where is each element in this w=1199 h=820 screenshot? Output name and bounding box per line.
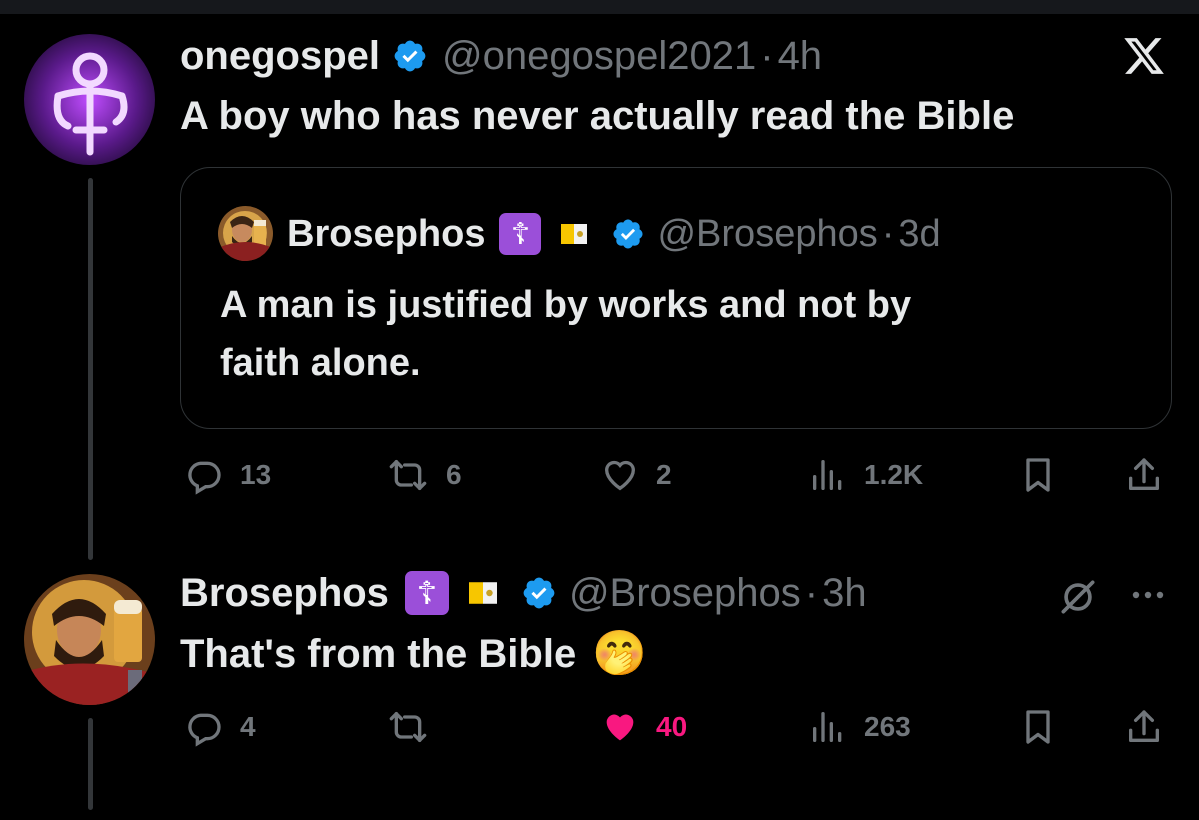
x-logo-icon[interactable]: [1120, 34, 1168, 83]
vatican-flag-icon: [468, 579, 497, 607]
separator-dot: ·: [804, 570, 819, 615]
display-name[interactable]: Brosephos: [180, 571, 389, 616]
quoted-tweet-header: Brosephos ☦ @Brosephos · 3d: [287, 212, 941, 256]
repost-icon: [382, 455, 434, 495]
views-button[interactable]: 263: [808, 707, 911, 747]
like-count: 2: [656, 459, 672, 490]
quoted-tweet-card[interactable]: Brosephos ☦ @Brosephos · 3d A man is jus…: [180, 167, 1172, 429]
repost-count: 6: [446, 459, 462, 490]
top-bar: [0, 0, 1199, 14]
share-button[interactable]: [1124, 455, 1164, 495]
bookmark-button[interactable]: [1018, 707, 1058, 747]
like-button[interactable]: 2: [598, 455, 672, 495]
separator-dot: ·: [881, 212, 895, 255]
quoted-display-name[interactable]: Brosephos: [287, 213, 485, 256]
grok-icon[interactable]: [1056, 575, 1100, 624]
more-icon[interactable]: [1128, 580, 1168, 615]
timestamp[interactable]: 3h: [822, 571, 867, 616]
verified-icon: [611, 217, 645, 251]
repost-button[interactable]: [382, 707, 446, 747]
face-with-hand-over-mouth-emoji: 🤭: [592, 629, 648, 678]
display-name[interactable]: onegospel: [180, 34, 380, 79]
verified-icon: [392, 38, 428, 74]
quoted-timestamp[interactable]: 3d: [898, 213, 940, 256]
handle[interactable]: @onegospel2021: [442, 34, 756, 79]
reply-count: 4: [240, 711, 256, 742]
avatar-onegospel[interactable]: [24, 34, 155, 165]
timestamp[interactable]: 4h: [778, 34, 823, 79]
avatar-brosephos[interactable]: [24, 574, 155, 705]
thread-line: [88, 718, 93, 810]
views-count: 1.2K: [864, 459, 924, 490]
views-button[interactable]: 1.2K: [808, 455, 923, 495]
like-button[interactable]: 40: [598, 707, 687, 747]
share-icon: [1124, 707, 1164, 747]
thread-line: [88, 178, 93, 560]
reply-tweet-header: Brosephos ☦ @Brosephos · 3h: [180, 571, 867, 615]
heart-icon: [598, 455, 642, 495]
reply-icon: [184, 707, 224, 747]
share-button[interactable]: [1124, 707, 1164, 747]
reply-text: That's from the Bible 🤭: [180, 630, 647, 678]
heart-icon: [598, 707, 642, 747]
tweet-text: A boy who has never actually read the Bi…: [180, 94, 1015, 138]
main-tweet-header: onegospel @onegospel2021 · 4h: [180, 34, 822, 78]
vatican-flag-icon: [561, 221, 588, 247]
bookmark-icon: [1018, 455, 1058, 495]
views-icon: [808, 455, 848, 495]
separator-dot: ·: [760, 33, 774, 78]
quoted-handle[interactable]: @Brosephos: [657, 213, 877, 256]
orthodox-cross-badge: ☦: [404, 571, 449, 615]
avatar-brosephos-small[interactable]: [218, 206, 273, 261]
bookmark-icon: [1018, 707, 1058, 747]
repost-button[interactable]: 6: [382, 455, 462, 495]
quoted-text-line-2: faith alone.: [220, 342, 421, 384]
verified-icon: [521, 575, 557, 611]
reply-button[interactable]: 4: [184, 707, 256, 747]
reply-icon: [184, 455, 224, 495]
reply-count: 13: [240, 459, 272, 490]
views-icon: [808, 707, 848, 747]
bookmark-button[interactable]: [1018, 455, 1058, 495]
reply-text-content: That's from the Bible: [180, 632, 577, 676]
quoted-text-line-1: A man is justified by works and not by: [220, 284, 912, 326]
handle[interactable]: @Brosephos: [569, 571, 801, 616]
orthodox-cross-badge: ☦: [499, 213, 542, 255]
share-icon: [1124, 455, 1164, 495]
views-count: 263: [864, 711, 911, 742]
repost-icon: [382, 707, 434, 747]
like-count: 40: [656, 711, 688, 742]
reply-button[interactable]: 13: [184, 455, 271, 495]
